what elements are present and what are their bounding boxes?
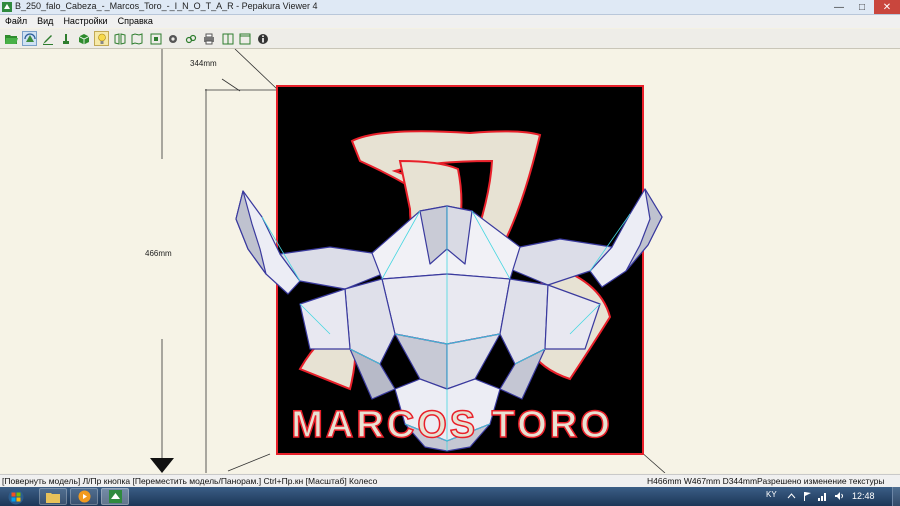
status-bar: [Повернуть модель] Л/Пр кнопка [Перемест…: [0, 474, 900, 487]
action-center-flag-icon[interactable]: [803, 491, 812, 501]
rotate-model-icon: [23, 32, 36, 42]
close-button[interactable]: ✕: [874, 0, 900, 14]
status-dimensions: H466mm W467mm D344mmРазрешено изменение …: [647, 476, 885, 486]
print-icon: [203, 33, 214, 44]
menu-settings[interactable]: Настройки: [58, 15, 112, 28]
rotate-model-button[interactable]: [22, 31, 37, 46]
taskbar-media-player[interactable]: [70, 488, 98, 505]
unfold-button[interactable]: [112, 31, 127, 46]
cube-icon: [78, 33, 89, 44]
toolbar: [0, 29, 900, 49]
model-canvas[interactable]: MARCOS TORO: [0, 49, 900, 473]
language-indicator[interactable]: KY: [766, 490, 777, 499]
system-clock[interactable]: 12:48: [852, 491, 875, 501]
unfold-icon: [114, 32, 125, 45]
taskbar-pepakura[interactable]: [101, 488, 129, 505]
map-button[interactable]: [129, 31, 144, 46]
model-viewport[interactable]: MARCOS TORO 344mm 466mm: [0, 49, 900, 473]
taskbar: KY 12:48: [0, 487, 900, 506]
logo-text: MARCOS TORO: [291, 404, 613, 446]
link-icon: [185, 34, 196, 43]
settings-button[interactable]: [165, 31, 180, 46]
single-view-button[interactable]: [237, 31, 252, 46]
single-view-icon: [239, 33, 250, 44]
height-dimension-label: 466mm: [145, 249, 172, 258]
title-bar[interactable]: B_250_falo_Cabeza_-_Marcos_Toro_-_I_N_O_…: [0, 0, 900, 15]
network-signal-icon[interactable]: [818, 491, 827, 501]
menu-help[interactable]: Справка: [113, 15, 158, 28]
app-icon: [2, 2, 12, 12]
window-title: B_250_falo_Cabeza_-_Marcos_Toro_-_I_N_O_…: [15, 1, 318, 11]
print-button[interactable]: [201, 31, 216, 46]
menu-file[interactable]: Файл: [0, 15, 32, 28]
volume-icon[interactable]: [835, 491, 844, 501]
show-desktop-button[interactable]: [892, 487, 900, 506]
cube-button[interactable]: [76, 31, 91, 46]
depth-dimension-label: 344mm: [190, 59, 217, 68]
light-button[interactable]: [94, 31, 109, 46]
menu-view[interactable]: Вид: [32, 15, 58, 28]
grid-icon: [150, 33, 161, 44]
folder-icon: [46, 492, 60, 503]
map-icon: [131, 32, 142, 45]
status-hints: [Повернуть модель] Л/Пр кнопка [Перемест…: [2, 476, 378, 486]
paint-button[interactable]: [58, 31, 73, 46]
edit-pen-icon: [42, 34, 53, 45]
paint-icon: [62, 33, 69, 44]
light-bulb-icon: [97, 33, 106, 44]
minimize-button[interactable]: —: [828, 0, 850, 14]
split-view-icon: [222, 33, 233, 44]
grid-button[interactable]: [148, 31, 163, 46]
edit-button[interactable]: [40, 31, 55, 46]
link-button[interactable]: [183, 31, 198, 46]
settings-gear-icon: [168, 34, 177, 43]
tray-expand-icon[interactable]: [787, 491, 796, 501]
open-button[interactable]: [4, 31, 19, 46]
pepakura-app-icon: [108, 490, 122, 503]
taskbar-explorer[interactable]: [39, 488, 67, 505]
info-icon: [257, 33, 268, 44]
info-button[interactable]: [255, 31, 270, 46]
menu-bar: Файл Вид Настройки Справка: [0, 15, 900, 28]
start-button[interactable]: [3, 487, 29, 506]
open-folder-icon: [5, 34, 18, 44]
split-view-button[interactable]: [220, 31, 235, 46]
height-arrow-head: [150, 458, 174, 473]
maximize-button[interactable]: □: [851, 0, 873, 14]
media-player-icon: [78, 490, 90, 503]
windows-logo-icon: [8, 489, 24, 504]
